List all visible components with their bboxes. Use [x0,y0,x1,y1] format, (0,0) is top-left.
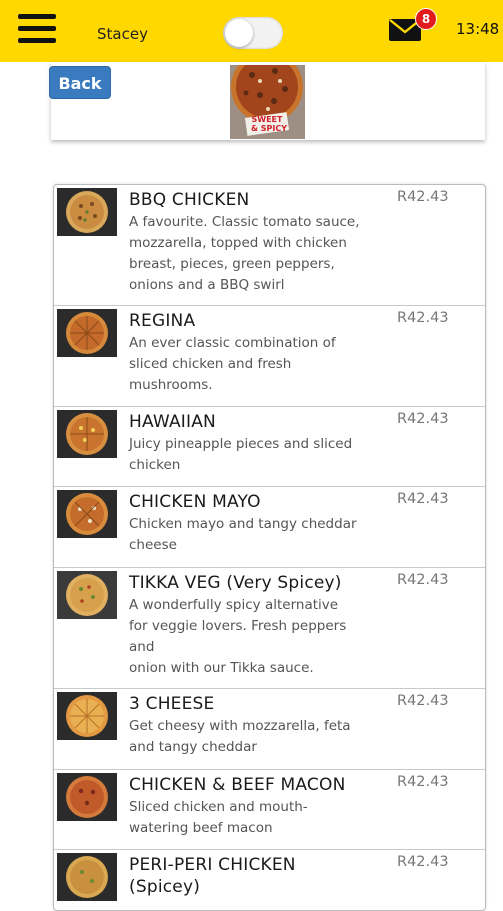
item-description: A favourite. Classic tomato sauce, mozza… [129,214,360,293]
menu-item-regina[interactable]: REGINA R42.43 An ever classic combinatio… [54,306,485,407]
menu-item-3-cheese[interactable]: 3 CHEESE R42.43 Get cheesy with mozzarel… [54,689,485,770]
pizza-thumbnail [57,309,117,357]
item-price: R42.43 [397,189,449,205]
hamburger-menu-icon[interactable] [18,14,56,44]
pizza-thumbnail [57,692,117,740]
menu-item-tikka-veg[interactable]: TIKKA VEG (Very Spicey) R42.43 A wonderf… [54,568,485,689]
item-price: R42.43 [397,411,449,427]
pizza-thumbnail [57,853,117,901]
item-description: Juicy pineapple pieces and sliced chicke… [129,436,353,473]
item-description: An ever classic combination of sliced ch… [129,335,336,393]
item-price: R42.43 [397,854,449,870]
item-name: TIKKA VEG (Very Spicey) [129,573,342,593]
toggle-switch[interactable] [223,17,283,49]
item-description: Get cheesy with mozzarella, feta and tan… [129,718,351,755]
svg-text:& SPICY: & SPICY [251,124,287,133]
messages-button[interactable]: 8 [389,8,437,43]
menu-item-hawaiian[interactable]: HAWAIIAN R42.43 Juicy pineapple pieces a… [54,407,485,487]
item-name: 3 CHEESE [129,694,215,714]
clock-time: 13:48 [456,20,500,38]
item-price: R42.43 [397,491,449,507]
pizza-thumbnail [57,410,117,458]
svg-text:SWEET: SWEET [252,115,284,124]
pizza-thumbnail [57,571,117,619]
menu-item-bbq-chicken[interactable]: BBQ CHICKEN R42.43 A favourite. Classic … [54,185,485,306]
item-price: R42.43 [397,693,449,709]
pizza-thumbnail [57,490,117,538]
pizza-menu-list: BBQ CHICKEN R42.43 A favourite. Classic … [53,184,486,911]
back-button[interactable]: Back [49,66,111,99]
item-name: CHICKEN & BEEF MACON [129,775,346,795]
menu-item-peri-peri-chicken[interactable]: PERI-PERI CHICKEN (Spicey) R42.43 [54,850,485,910]
item-description: Chicken mayo and tangy cheddar cheese [129,516,357,553]
item-name: CHICKEN MAYO [129,492,261,512]
pizza-thumbnail [57,773,117,821]
menu-item-chicken-mayo[interactable]: CHICKEN MAYO R42.43 Chicken mayo and tan… [54,487,485,568]
item-name: BBQ CHICKEN [129,190,250,210]
category-banner-image: SWEET & SPICY [230,65,305,139]
side-margin [0,62,51,900]
pizza-thumbnail [57,188,117,236]
item-price: R42.43 [397,310,449,326]
item-name: REGINA [129,311,196,331]
notification-badge: 8 [415,8,437,30]
item-name: PERI-PERI CHICKEN (Spicey) [129,855,296,897]
menu-item-chicken-beef-macon[interactable]: CHICKEN & BEEF MACON R42.43 Sliced chick… [54,770,485,850]
top-bar: Stacey 8 13:48 [0,0,503,62]
username-label: Stacey [97,25,148,43]
item-price: R42.43 [397,572,449,588]
item-description: Sliced chicken and mouth- watering beef … [129,799,308,836]
item-price: R42.43 [397,774,449,790]
item-name: HAWAIIAN [129,412,216,432]
item-description: A wonderfully spicy alternative for vegg… [129,597,347,676]
